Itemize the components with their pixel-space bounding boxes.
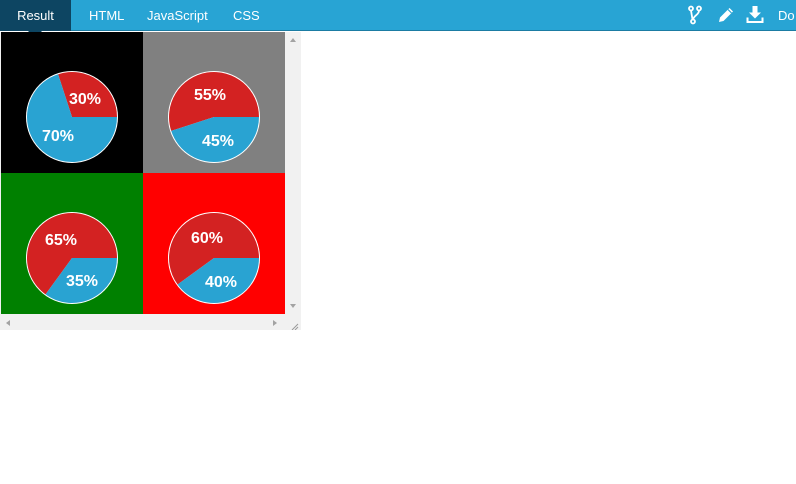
pie-label-red: 55% xyxy=(194,87,226,104)
pie-grid: 30% 70% 55% 45% 65% 35% 60% 40% xyxy=(1,32,285,314)
resize-handle-icon[interactable] xyxy=(289,318,299,330)
pie-chart-3: 65% 35% xyxy=(1,173,143,314)
tab-result[interactable]: Result xyxy=(0,0,71,31)
tab-css[interactable]: CSS xyxy=(233,0,260,31)
pie-label-blue: 45% xyxy=(202,133,234,150)
pie-cell-1: 30% 70% xyxy=(1,32,143,173)
scroll-right-arrow-icon[interactable] xyxy=(273,320,277,326)
tab-result-label: Result xyxy=(17,8,54,23)
pie-cell-3: 65% 35% xyxy=(1,173,143,314)
top-toolbar: Result HTML JavaScript CSS Do xyxy=(0,0,796,31)
tab-css-label: CSS xyxy=(233,8,260,23)
tab-html[interactable]: HTML xyxy=(89,0,124,31)
pie-label-red: 60% xyxy=(191,230,223,247)
pie-chart-1: 30% 70% xyxy=(1,32,143,173)
download-label[interactable]: Do xyxy=(778,0,795,31)
pie-label-blue: 35% xyxy=(66,273,98,290)
pie-label-blue: 40% xyxy=(205,274,237,291)
pie-cell-2: 55% 45% xyxy=(143,32,285,173)
pie-label-red: 65% xyxy=(45,232,77,249)
pie-chart-4: 60% 40% xyxy=(143,173,285,314)
download-button[interactable] xyxy=(745,5,765,25)
tab-javascript-label: JavaScript xyxy=(147,8,208,23)
scroll-up-arrow-icon[interactable] xyxy=(290,38,296,42)
scroll-down-arrow-icon[interactable] xyxy=(290,304,296,308)
edit-button[interactable] xyxy=(716,5,736,25)
pie-chart-2: 55% 45% xyxy=(143,32,285,173)
tab-html-label: HTML xyxy=(89,8,125,23)
horizontal-scrollbar[interactable] xyxy=(0,315,285,330)
scroll-left-arrow-icon[interactable] xyxy=(6,320,10,326)
pencil-icon xyxy=(716,5,736,25)
vertical-scrollbar[interactable] xyxy=(285,32,301,314)
pie-cell-4: 60% 40% xyxy=(143,173,285,314)
download-icon xyxy=(745,5,765,25)
tab-javascript[interactable]: JavaScript xyxy=(147,0,208,31)
fork-icon xyxy=(685,5,705,25)
fork-button[interactable] xyxy=(685,5,705,25)
result-frame: 30% 70% 55% 45% 65% 35% 60% 40% xyxy=(0,32,301,330)
pie-label-blue: 70% xyxy=(42,128,74,145)
pie-label-red: 30% xyxy=(69,91,101,108)
